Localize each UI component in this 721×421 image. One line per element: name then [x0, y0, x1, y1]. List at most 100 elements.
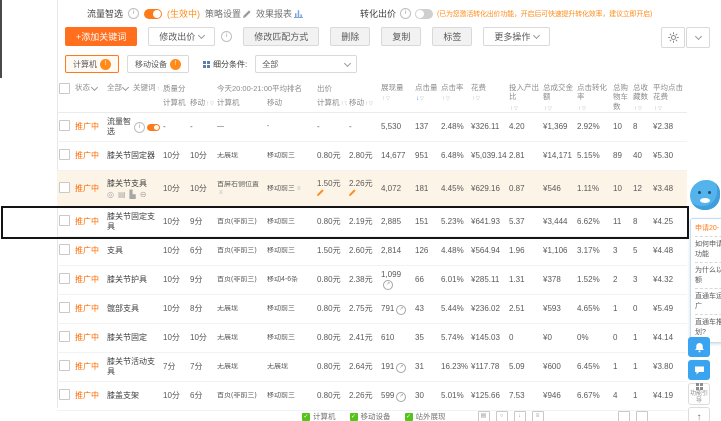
row-checkbox[interactable]	[59, 244, 70, 256]
faq-link[interactable]: 为什么以日限额	[695, 264, 721, 287]
rank-trend-icon[interactable]: ≡	[219, 190, 223, 196]
filter-funnel-icon[interactable]: ▽	[420, 96, 424, 102]
header-metric[interactable]: 总成交金额 ↑▽	[541, 80, 575, 112]
header-status[interactable]: 状态	[73, 80, 105, 112]
sort-icon[interactable]: ↑	[654, 106, 657, 112]
sort-icon[interactable]: ↓	[416, 96, 419, 102]
header-bid-mobile[interactable]: 移动↑▽	[347, 97, 379, 108]
bid-pc[interactable]: 0.80元	[317, 217, 341, 226]
faq-link[interactable]: 如何申请图片功能	[695, 238, 721, 261]
edit-bid-pencil-icon[interactable]	[317, 189, 324, 196]
table-row[interactable]: 推广中 膝关节固定支具 10分 9分 首页(非前三) 移动前三 0.80元 2.…	[57, 208, 687, 237]
sort-icon[interactable]: ↑	[442, 96, 445, 102]
select-all-checkbox[interactable]	[59, 83, 70, 94]
filter-funnel-icon[interactable]: ▽	[210, 101, 214, 107]
bid-pc[interactable]: -	[317, 122, 320, 131]
sort-icon[interactable]: ↑	[634, 106, 637, 112]
faq-link[interactable]: 直通车推广计划?	[695, 316, 721, 339]
filter-funnel-icon[interactable]: ▽	[476, 96, 480, 102]
keyword-link[interactable]: 膝关节护具	[107, 275, 147, 285]
filter-funnel-icon[interactable]: ▽	[446, 96, 450, 102]
chart-tool-icon[interactable]: ▤	[477, 411, 490, 421]
legend-mobile[interactable]: ✓ 移动设备	[349, 411, 391, 421]
sort-icon[interactable]: ↑	[472, 96, 475, 102]
header-metric[interactable]: 总收藏数 ↑▽	[631, 80, 651, 112]
filter-funnel-icon[interactable]: ▽	[582, 106, 586, 112]
add-keyword-button[interactable]: +添加关键词	[65, 27, 138, 46]
table-row[interactable]: 推广中 膝关节固定器 10分 10分 无展现 移动前三 0.80元 2.80元 …	[57, 142, 687, 171]
header-metric[interactable]: 点击量 ↓▽	[413, 80, 439, 112]
sort-icon[interactable]: ↑	[510, 106, 513, 112]
report-icon[interactable]: ▤	[118, 190, 126, 199]
sort-icon[interactable]: ↑	[544, 106, 547, 112]
copy-button[interactable]: 复制	[381, 27, 422, 46]
bid-mobile[interactable]: 2.41元	[349, 333, 373, 342]
smart-traffic-toggle[interactable]	[144, 8, 163, 19]
keyword-link[interactable]: 髋部支具	[107, 304, 139, 314]
tab-computer[interactable]: 计算机 !	[65, 55, 119, 73]
bid-mobile[interactable]: 2.26元	[349, 179, 373, 188]
header-bid-pc[interactable]: 计算机↑▽	[315, 97, 347, 108]
table-row[interactable]: 推广中 髋部支具 10分 8分 无展现 移动前三 0.80元 2.75元 791…	[57, 295, 687, 324]
bid-pc[interactable]: 0.80元	[317, 362, 341, 371]
refresh-tool-icon[interactable]: ○	[495, 411, 508, 421]
menu-tool-icon[interactable]: ≡	[531, 411, 544, 421]
faq-link[interactable]: 直通车运营推广	[695, 290, 721, 313]
notification-button[interactable]	[688, 337, 710, 357]
bid-pc[interactable]: 1.50元	[317, 246, 341, 255]
legend-computer[interactable]: ✓ 计算机	[302, 411, 336, 421]
bid-mobile[interactable]: 2.60元	[349, 246, 373, 255]
info-icon[interactable]: i	[134, 121, 145, 133]
bid-pc[interactable]: 1.50元	[317, 179, 341, 188]
sort-icon[interactable]: ↑	[578, 106, 581, 112]
smart-traffic-row-toggle[interactable]	[147, 123, 160, 131]
impression-trend-icon[interactable]: ↗	[396, 362, 407, 373]
header-keyword[interactable]: 全部 关键词↑	[105, 80, 161, 112]
bid-mobile[interactable]: 2.75元	[349, 304, 373, 313]
table-row[interactable]: 推广中 膝关节支具 ◎ ▤ ▙ ⊖ 10分 10分 首屏右侧位置≡ 移动前三 ≡ 1.5…	[57, 171, 687, 208]
bid-mobile[interactable]: 2.64元	[349, 362, 373, 371]
modify-bid-button[interactable]: 修改出价	[148, 27, 216, 46]
back-to-top-button[interactable]: ↑	[688, 407, 710, 421]
chat-button[interactable]	[688, 360, 710, 380]
sort-icon[interactable]: ↑	[382, 96, 385, 102]
table-row[interactable]: 推广中 膝盖支架 10分 6分 首页(非前三) 移动前三 0.80元 2.26元…	[57, 382, 687, 411]
header-metric[interactable]: 平均点击花费 ↑▽	[651, 80, 684, 112]
faq-link[interactable]: 申请20-	[695, 222, 721, 235]
impression-trend-icon[interactable]: ↗	[383, 280, 393, 291]
rank-trend-icon[interactable]: ≡	[297, 186, 301, 192]
tab-mobile[interactable]: 移动设备 !	[127, 55, 189, 73]
filter-funnel-icon[interactable]: ▽	[548, 106, 552, 112]
scope-icon[interactable]: ◎	[107, 190, 114, 199]
table-row[interactable]: 推广中 支具 10分 6分 首页(非前三) 移动前三 1.50元 2.60元 2…	[57, 237, 687, 266]
modify-match-button[interactable]: 修改匹配方式	[243, 27, 320, 46]
row-checkbox[interactable]	[59, 273, 70, 285]
header-metric[interactable]: 展现量 ↑▽	[379, 80, 413, 112]
row-checkbox[interactable]	[59, 302, 70, 314]
table-row[interactable]: 推广中 膝关节护具 10分 9分 首页(非前三) 移动4-6条 0.80元 2.…	[57, 266, 687, 295]
tag-button[interactable]: 标签	[432, 27, 473, 46]
header-metric[interactable]: 点击转化率 ↑▽	[575, 80, 611, 112]
keyword-link[interactable]: 膝关节固定支具	[107, 212, 160, 231]
download-tool-icon[interactable]: ↓	[513, 411, 526, 421]
filter-funnel-icon[interactable]: ▽	[658, 106, 662, 112]
bid-pc[interactable]: 0.80元	[317, 333, 341, 342]
bid-mobile[interactable]: -	[349, 122, 352, 131]
assistant-mascot-icon[interactable]	[690, 180, 720, 210]
effect-report-link[interactable]: 效果报表	[256, 7, 304, 20]
row-checkbox[interactable]	[59, 389, 70, 401]
header-metric[interactable]: 点击率 ↑▽	[439, 80, 469, 112]
settings-gear-button[interactable]	[661, 27, 685, 48]
bid-pc[interactable]: 0.80元	[317, 151, 341, 160]
keyword-link[interactable]: 支具	[107, 246, 123, 256]
table-row[interactable]: 推广中 膝关节固定 10分 10分 无展现 移动前三 0.80元 2.41元 6…	[57, 324, 687, 353]
delete-button[interactable]: 删除	[330, 27, 371, 46]
filter-funnel-icon[interactable]: ▽	[386, 96, 390, 102]
keyword-link[interactable]: 膝盖支架	[107, 391, 139, 401]
sort-icon[interactable]: ↑	[206, 101, 209, 107]
keyword-link[interactable]: 膝关节活动支具	[107, 357, 160, 376]
bid-mobile[interactable]: 2.80元	[349, 151, 373, 160]
chart-icon[interactable]: ▙	[130, 190, 136, 199]
pager-icon[interactable]	[617, 411, 630, 421]
bid-pc[interactable]: 0.80元	[317, 275, 341, 284]
